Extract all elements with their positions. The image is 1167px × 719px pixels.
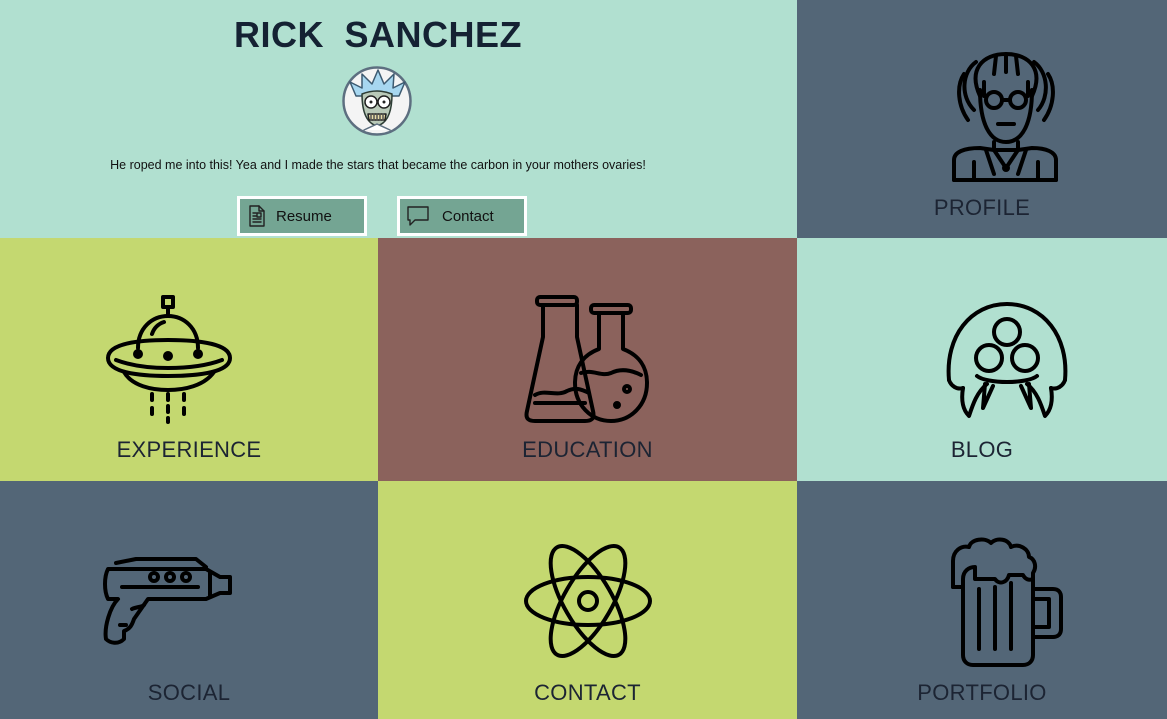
tile-label-social: SOCIAL [147,680,231,705]
tile-experience[interactable]: EXPERIENCE [0,238,378,481]
contact-button[interactable]: Contact [397,196,527,236]
flasks-icon [524,295,649,423]
page-title: RICK SANCHEZ [233,14,522,55]
document-icon [249,205,265,227]
contact-button-label: Contact [442,207,494,225]
ray-gun-icon [103,557,232,645]
tile-label-experience: EXPERIENCE [116,437,262,462]
tile-label-blog: BLOG [950,437,1014,462]
tile-label-portfolio: PORTFOLIO [917,680,1047,705]
speech-bubble-icon [407,206,429,226]
resume-button-label: Resume [276,207,332,225]
tile-contact[interactable]: CONTACT [378,481,797,719]
tagline: He roped me into this! Yea and I made th… [110,158,646,172]
tile-label-education: EDUCATION [522,437,653,462]
tile-blog[interactable]: BLOG [797,238,1167,481]
tile-label-contact: CONTACT [534,680,641,705]
tile-profile[interactable]: PROFILE [797,0,1167,238]
tile-label-profile: PROFILE [933,195,1031,220]
tile-portfolio[interactable]: PORTFOLIO [797,481,1167,719]
atom-icon [524,543,652,659]
alien-icon [946,302,1068,418]
ufo-icon [106,295,232,424]
hero-panel: RICK SANCHEZ He roped me into this! Yea … [0,0,797,238]
scientist-icon [952,52,1058,182]
resume-button[interactable]: Resume [237,196,367,236]
beer-mug-icon [951,537,1063,667]
tile-education[interactable]: EDUCATION [378,238,797,481]
tile-grid: RICK SANCHEZ He roped me into this! Yea … [0,0,1167,719]
tile-social[interactable]: SOCIAL [0,481,378,719]
avatar [342,66,412,136]
